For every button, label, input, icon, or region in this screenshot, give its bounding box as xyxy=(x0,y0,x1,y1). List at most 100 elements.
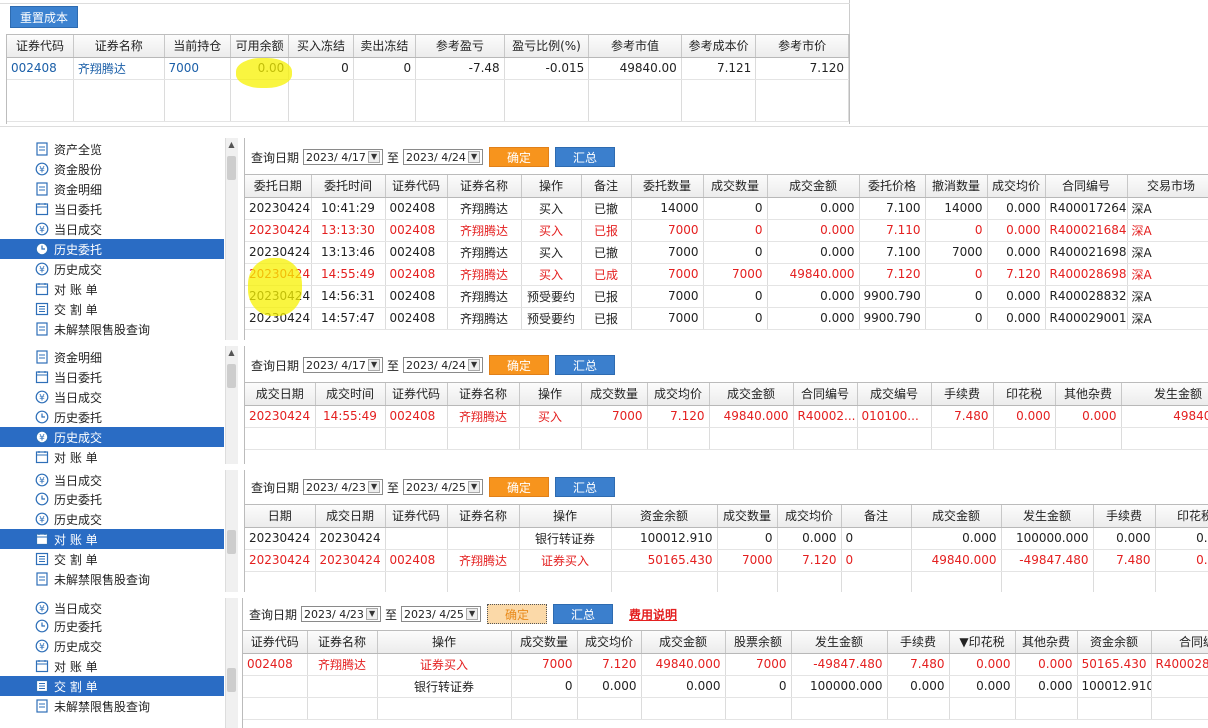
sidebar-item-lishi-chengjiao[interactable]: ¥ 历史成交 xyxy=(0,509,224,529)
sidebar-item-duizhangdan[interactable]: 对 账 单 xyxy=(0,656,224,676)
column-header[interactable]: 手续费 xyxy=(887,631,950,654)
column-header[interactable]: 委托日期 xyxy=(245,175,312,198)
column-header[interactable]: 成交金额 xyxy=(767,175,860,198)
start-date-select[interactable]: 2023/ 4/23 ▼ xyxy=(301,606,382,622)
column-header[interactable]: 成交数量 xyxy=(511,631,578,654)
table-row[interactable]: 2023042414:56:31002408齐翔腾达预受要约已报700000.0… xyxy=(245,285,1208,308)
end-date-select[interactable]: 2023/ 4/25 ▼ xyxy=(401,606,482,622)
column-header[interactable]: 印花税 xyxy=(993,383,1056,406)
column-header[interactable]: 证券代码 xyxy=(385,505,448,528)
sidebar-item-weijiejin[interactable]: 未解禁限售股查询 xyxy=(0,319,224,339)
sidebar-item-weijiejin[interactable]: 未解禁限售股查询 xyxy=(0,696,224,716)
column-header[interactable]: 成交金额 xyxy=(641,631,726,654)
sidebar-item-lishi-weituo[interactable]: 历史委托 xyxy=(0,616,224,636)
column-header[interactable]: 参考成本价 xyxy=(681,35,757,58)
column-header[interactable]: 证券名称 xyxy=(447,175,522,198)
column-header[interactable]: 发生金额 xyxy=(791,631,888,654)
column-header[interactable]: 可用余额 xyxy=(230,35,290,58)
sidebar-item-zijin-gufen[interactable]: ¥ 资金股份 xyxy=(0,159,224,179)
column-header[interactable]: 发生金额 xyxy=(1001,505,1094,528)
column-header[interactable]: 成交均价 xyxy=(987,175,1046,198)
sidebar-item-lishi-weituo[interactable]: 历史委托 xyxy=(0,489,224,509)
scroll-up-icon[interactable]: ▲ xyxy=(227,140,236,149)
column-header[interactable]: 卖出冻结 xyxy=(353,35,417,58)
confirm-button[interactable]: 确定 xyxy=(489,355,550,375)
sidebar-item-zichan-quanlan[interactable]: 资产全览 xyxy=(0,139,224,159)
column-header[interactable]: 发生金额 xyxy=(1121,383,1208,406)
sidebar-item-dangri-chengjiao[interactable]: ¥ 当日成交 xyxy=(0,470,224,490)
sidebar-item-duizhangdan[interactable]: 对 账 单 xyxy=(0,529,224,549)
sidebar-item-dangri-chengjiao[interactable]: ¥ 当日成交 xyxy=(0,387,224,407)
table-row[interactable]: 20230424 13:13:46 002408 齐翔腾达 买入 已撤 7000 0 0.000… xyxy=(245,241,1208,264)
dropdown-icon[interactable]: ▼ xyxy=(468,151,481,163)
confirm-button[interactable]: 确定 xyxy=(489,477,550,497)
column-header[interactable]: 操作 xyxy=(377,631,512,654)
table-row[interactable]: 20230424 13:13:30 002408 齐翔腾达 买入 已报 7000 0 0.000… xyxy=(245,219,1208,242)
column-header[interactable]: 参考市价 xyxy=(755,35,849,58)
column-header[interactable]: 证券代码 xyxy=(7,35,74,58)
dropdown-icon[interactable]: ▼ xyxy=(368,481,381,493)
table-row[interactable]: 2023042414:55:49002408齐翔腾达买入已成7000700049… xyxy=(245,263,1208,286)
column-header[interactable]: 其他杂费 xyxy=(1055,383,1122,406)
sidebar-item-lishi-weituo[interactable]: 历史委托 xyxy=(0,239,224,259)
end-date-select[interactable]: 2023/ 4/24 ▼ xyxy=(403,149,484,165)
column-header[interactable]: 证券代码 xyxy=(385,383,448,406)
column-header[interactable]: 委托数量 xyxy=(631,175,704,198)
sidebar-item-lishi-chengjiao[interactable]: ¥ 历史成交 xyxy=(0,427,224,447)
table-row[interactable]: 银行转证券 0 0.000 0.000 0 100000.000 0.000 0.000 0.0… xyxy=(243,675,1208,698)
column-header[interactable]: 证券名称 xyxy=(447,383,520,406)
dropdown-icon[interactable]: ▼ xyxy=(368,359,381,371)
column-header[interactable]: 成交数量 xyxy=(703,175,768,198)
column-header[interactable]: 当前持仓 xyxy=(164,35,231,58)
sidebar-item-dangri-weituo[interactable]: 当日委托 xyxy=(0,199,224,219)
summary-button[interactable]: 汇总 xyxy=(555,355,616,375)
column-header[interactable]: 成交金额 xyxy=(911,505,1002,528)
end-date-select[interactable]: 2023/ 4/24 ▼ xyxy=(403,357,484,373)
table-row[interactable]: 20230424 20230424 银行转证券 100012.910 0 0.000 0 0.… xyxy=(245,527,1208,550)
sidebar-item-jiaogedan[interactable]: 交 割 单 xyxy=(0,299,224,319)
confirm-button[interactable]: 确定 xyxy=(489,147,550,167)
sidebar-item-duizhangdan[interactable]: 对 账 单 xyxy=(0,279,224,299)
column-header[interactable]: 证券代码 xyxy=(385,175,448,198)
sidebar-item-jiaogedan[interactable]: 交 割 单 xyxy=(0,549,224,569)
sidebar-item-dangri-chengjiao[interactable]: ¥ 当日成交 xyxy=(0,598,224,618)
table-row[interactable]: 20230424 14:55:49 002408 齐翔腾达 买入 7000 7.120 498… xyxy=(245,405,1208,428)
table-row[interactable]: 20230424 20230424 002408 齐翔腾达 证券买入 50165.430 7… xyxy=(245,549,1208,572)
column-header[interactable]: 资金余额 xyxy=(611,505,718,528)
column-header[interactable]: 撤消数量 xyxy=(925,175,988,198)
column-header[interactable]: 委托时间 xyxy=(311,175,386,198)
column-header[interactable]: 操作 xyxy=(519,505,612,528)
column-header[interactable]: 股票余额 xyxy=(725,631,792,654)
column-header[interactable]: 证券代码 xyxy=(243,631,308,654)
column-header[interactable]: 备注 xyxy=(581,175,632,198)
sidebar-item-lishi-chengjiao[interactable]: ¥ 历史成交 xyxy=(0,259,224,279)
column-header[interactable]: 操作 xyxy=(519,383,582,406)
column-header[interactable]: 成交编号 xyxy=(857,383,932,406)
column-header[interactable]: 成交均价 xyxy=(577,631,642,654)
column-header[interactable]: 备注 xyxy=(841,505,912,528)
column-header[interactable]: 手续费 xyxy=(1093,505,1156,528)
column-header[interactable]: 成交数量 xyxy=(717,505,778,528)
sidebar-item-weijiejin[interactable]: 未解禁限售股查询 xyxy=(0,569,224,589)
table-row[interactable]: 20230424 10:41:29 002408 齐翔腾达 买入 已撤 14000 0 0.00… xyxy=(245,197,1208,220)
start-date-select[interactable]: 2023/ 4/17 ▼ xyxy=(303,357,384,373)
column-header[interactable]: 手续费 xyxy=(931,383,994,406)
position-row[interactable]: 002408齐翔腾达70000.0000-7.48-0.01549840.007… xyxy=(7,57,849,80)
sidebar-scrollbar[interactable]: ▲ xyxy=(225,138,238,340)
sidebar-item-dangri-chengjiao[interactable]: ¥ 当日成交 xyxy=(0,219,224,239)
column-header[interactable]: 证券名称 xyxy=(447,505,520,528)
column-header[interactable]: 资金余额 xyxy=(1077,631,1152,654)
column-header[interactable]: 合同编 xyxy=(1151,631,1208,654)
sidebar-item-zijin-mingxi[interactable]: 资金明细 xyxy=(0,347,224,367)
sidebar-scrollbar[interactable] xyxy=(225,470,238,592)
column-header[interactable]: 成交金额 xyxy=(709,383,794,406)
column-header[interactable]: 操作 xyxy=(521,175,582,198)
column-header[interactable]: 成交时间 xyxy=(315,383,386,406)
summary-button[interactable]: 汇总 xyxy=(555,477,616,497)
start-date-select[interactable]: 2023/ 4/23 ▼ xyxy=(303,479,384,495)
sidebar-item-jiaogedan[interactable]: 交 割 单 xyxy=(0,676,224,696)
sidebar-scrollbar[interactable]: ▲ xyxy=(225,346,238,464)
column-header[interactable]: 证券名称 xyxy=(307,631,378,654)
start-date-select[interactable]: 2023/ 4/17 ▼ xyxy=(303,149,384,165)
summary-button[interactable]: 汇总 xyxy=(553,604,614,624)
